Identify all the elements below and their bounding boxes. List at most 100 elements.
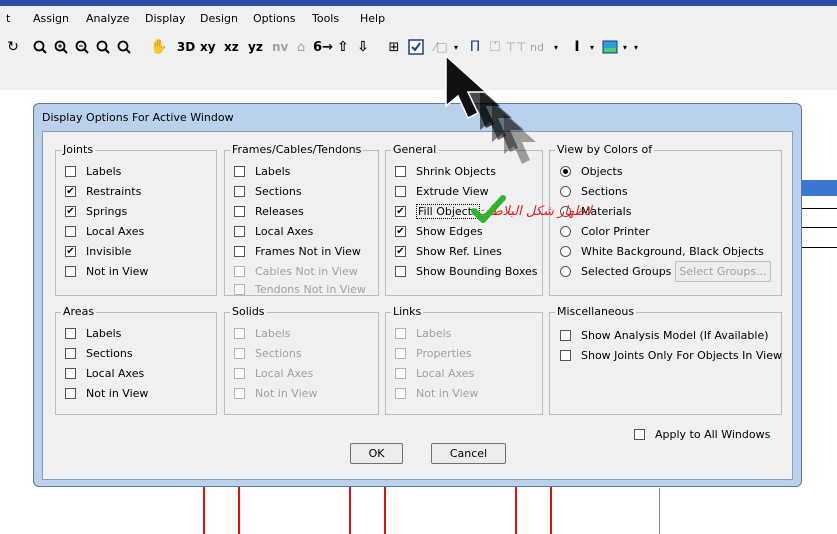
rotate-view-icon[interactable]: 6→ [313, 38, 333, 56]
checkbox[interactable] [234, 206, 245, 217]
links-not-in-view-option: Not in View [395, 386, 478, 401]
checkbox[interactable] [234, 166, 245, 177]
checkbox-checked[interactable]: ✔ [65, 186, 76, 197]
show-joints-only-option[interactable]: Show Joints Only For Objects In View [560, 348, 782, 363]
checkbox[interactable] [634, 429, 645, 440]
cursor-arrow-icon [445, 54, 536, 164]
fill-objects-option[interactable]: ✔ Fill Objects [395, 204, 480, 219]
object-shrink-icon[interactable]: ⊞ [386, 38, 402, 56]
frames-not-in-view-option[interactable]: Frames Not in View [234, 244, 361, 259]
xz-view-button[interactable]: xz [224, 38, 239, 56]
frames-sections-option[interactable]: Sections [234, 184, 302, 199]
menu-item-tools[interactable]: Tools [312, 12, 339, 25]
perspective-icon[interactable]: ⌂ [293, 38, 309, 56]
apply-to-all-windows-option[interactable]: Apply to All Windows [634, 427, 770, 442]
areas-labels-option[interactable]: Labels [65, 326, 121, 341]
checkbox-checked[interactable]: ✔ [395, 226, 406, 237]
background-line [800, 247, 837, 248]
checkbox[interactable] [65, 166, 76, 177]
checkbox [234, 368, 245, 379]
menu-item-design[interactable]: Design [200, 12, 238, 25]
color-fill-icon[interactable] [602, 38, 618, 56]
checkbox[interactable] [65, 328, 76, 339]
checkbox [234, 284, 245, 295]
move-up-icon[interactable]: ⇧ [336, 38, 350, 56]
joints-not-in-view-option[interactable]: Not in View [65, 264, 148, 279]
checkbox[interactable] [234, 246, 245, 257]
areas-not-in-view-option[interactable]: Not in View [65, 386, 148, 401]
checkbox-checked[interactable]: ✔ [65, 246, 76, 257]
show-bounding-boxes-option[interactable]: Show Bounding Boxes [395, 264, 538, 279]
white-background-radio[interactable]: White Background, Black Objects [560, 244, 764, 259]
menu-item-options[interactable]: Options [253, 12, 295, 25]
ok-button[interactable]: OK [350, 443, 403, 464]
menu-item-help[interactable]: Help [360, 12, 385, 25]
menu-item-analyze[interactable]: Analyze [86, 12, 129, 25]
display-options-icon[interactable] [408, 38, 424, 56]
rotate-icon[interactable]: ↻ [6, 38, 20, 56]
checkbox [234, 348, 245, 359]
checkbox[interactable] [395, 266, 406, 277]
checkbox[interactable] [560, 350, 571, 361]
show-ref-lines-option[interactable]: ✔ Show Ref. Lines [395, 244, 502, 259]
checkbox[interactable] [65, 226, 76, 237]
joints-restraints-option[interactable]: ✔ Restraints [65, 184, 141, 199]
background-line [659, 488, 660, 534]
checkbox[interactable] [65, 388, 76, 399]
nv-view-button[interactable]: nv [272, 38, 288, 56]
joints-labels-option[interactable]: Labels [65, 164, 121, 179]
dialog-title: Display Options For Active Window [42, 111, 234, 124]
joints-group: Joints Labels ✔ Restraints ✔ Springs Local… [55, 143, 217, 296]
show-analysis-model-option[interactable]: Show Analysis Model (If Available) [560, 328, 769, 343]
radio[interactable] [560, 246, 571, 257]
checkbox[interactable] [65, 368, 76, 379]
checkbox[interactable] [395, 186, 406, 197]
checkbox-checked[interactable]: ✔ [395, 206, 406, 217]
select-groups-button[interactable]: Select Groups... [675, 261, 771, 282]
checkbox[interactable] [560, 330, 571, 341]
checkbox-checked[interactable]: ✔ [395, 246, 406, 257]
radio[interactable] [560, 226, 571, 237]
zoom-restore-icon[interactable] [96, 38, 110, 56]
solids-local-axes-option: Local Axes [234, 366, 313, 381]
zoom-in-icon[interactable] [54, 38, 68, 56]
checkbox [395, 328, 406, 339]
move-down-icon[interactable]: ⇩ [356, 38, 370, 56]
joints-invisible-option[interactable]: ✔ Invisible [65, 244, 131, 259]
color-printer-radio[interactable]: Color Printer [560, 224, 650, 239]
selected-groups-radio[interactable]: Selected Groups [560, 264, 671, 279]
3d-view-icon[interactable]: 3D [177, 38, 195, 56]
menu-item-assign[interactable]: Assign [33, 12, 69, 25]
model-frame-line [349, 486, 351, 534]
zoom-out-icon[interactable] [75, 38, 89, 56]
cancel-button[interactable]: Cancel [431, 443, 506, 464]
joints-springs-option[interactable]: ✔ Springs [65, 204, 127, 219]
pan-hand-icon[interactable]: ✋ [150, 38, 168, 56]
checkbox[interactable] [395, 166, 406, 177]
show-edges-option[interactable]: ✔ Show Edges [395, 224, 483, 239]
frames-releases-option[interactable]: Releases [234, 204, 304, 219]
checkbox-checked[interactable]: ✔ [65, 206, 76, 217]
joints-local-axes-option[interactable]: Local Axes [65, 224, 144, 239]
dropdown-arrow-icon[interactable]: ▾ [632, 38, 640, 56]
areas-sections-option[interactable]: Sections [65, 346, 133, 361]
solids-group-title: Solids [230, 305, 267, 318]
dropdown-arrow-icon[interactable]: ▾ [621, 38, 629, 56]
frames-local-axes-option[interactable]: Local Axes [234, 224, 313, 239]
zoom-window-icon[interactable] [33, 38, 47, 56]
checkbox[interactable] [234, 226, 245, 237]
zoom-previous-icon[interactable] [117, 38, 131, 56]
checkbox[interactable] [65, 348, 76, 359]
menu-item-display[interactable]: Display [145, 12, 186, 25]
menu-item-edit[interactable]: t [6, 12, 10, 25]
checkbox[interactable] [65, 266, 76, 277]
areas-local-axes-option[interactable]: Local Axes [65, 366, 144, 381]
checkbox[interactable] [234, 186, 245, 197]
radio[interactable] [560, 266, 571, 277]
model-frame-line [384, 486, 386, 534]
yz-view-button[interactable]: yz [248, 38, 263, 56]
background-line [800, 208, 837, 209]
frames-labels-option[interactable]: Labels [234, 164, 290, 179]
xy-view-button[interactable]: xy [200, 38, 216, 56]
dropdown-arrow-icon[interactable]: ▾ [588, 38, 596, 56]
